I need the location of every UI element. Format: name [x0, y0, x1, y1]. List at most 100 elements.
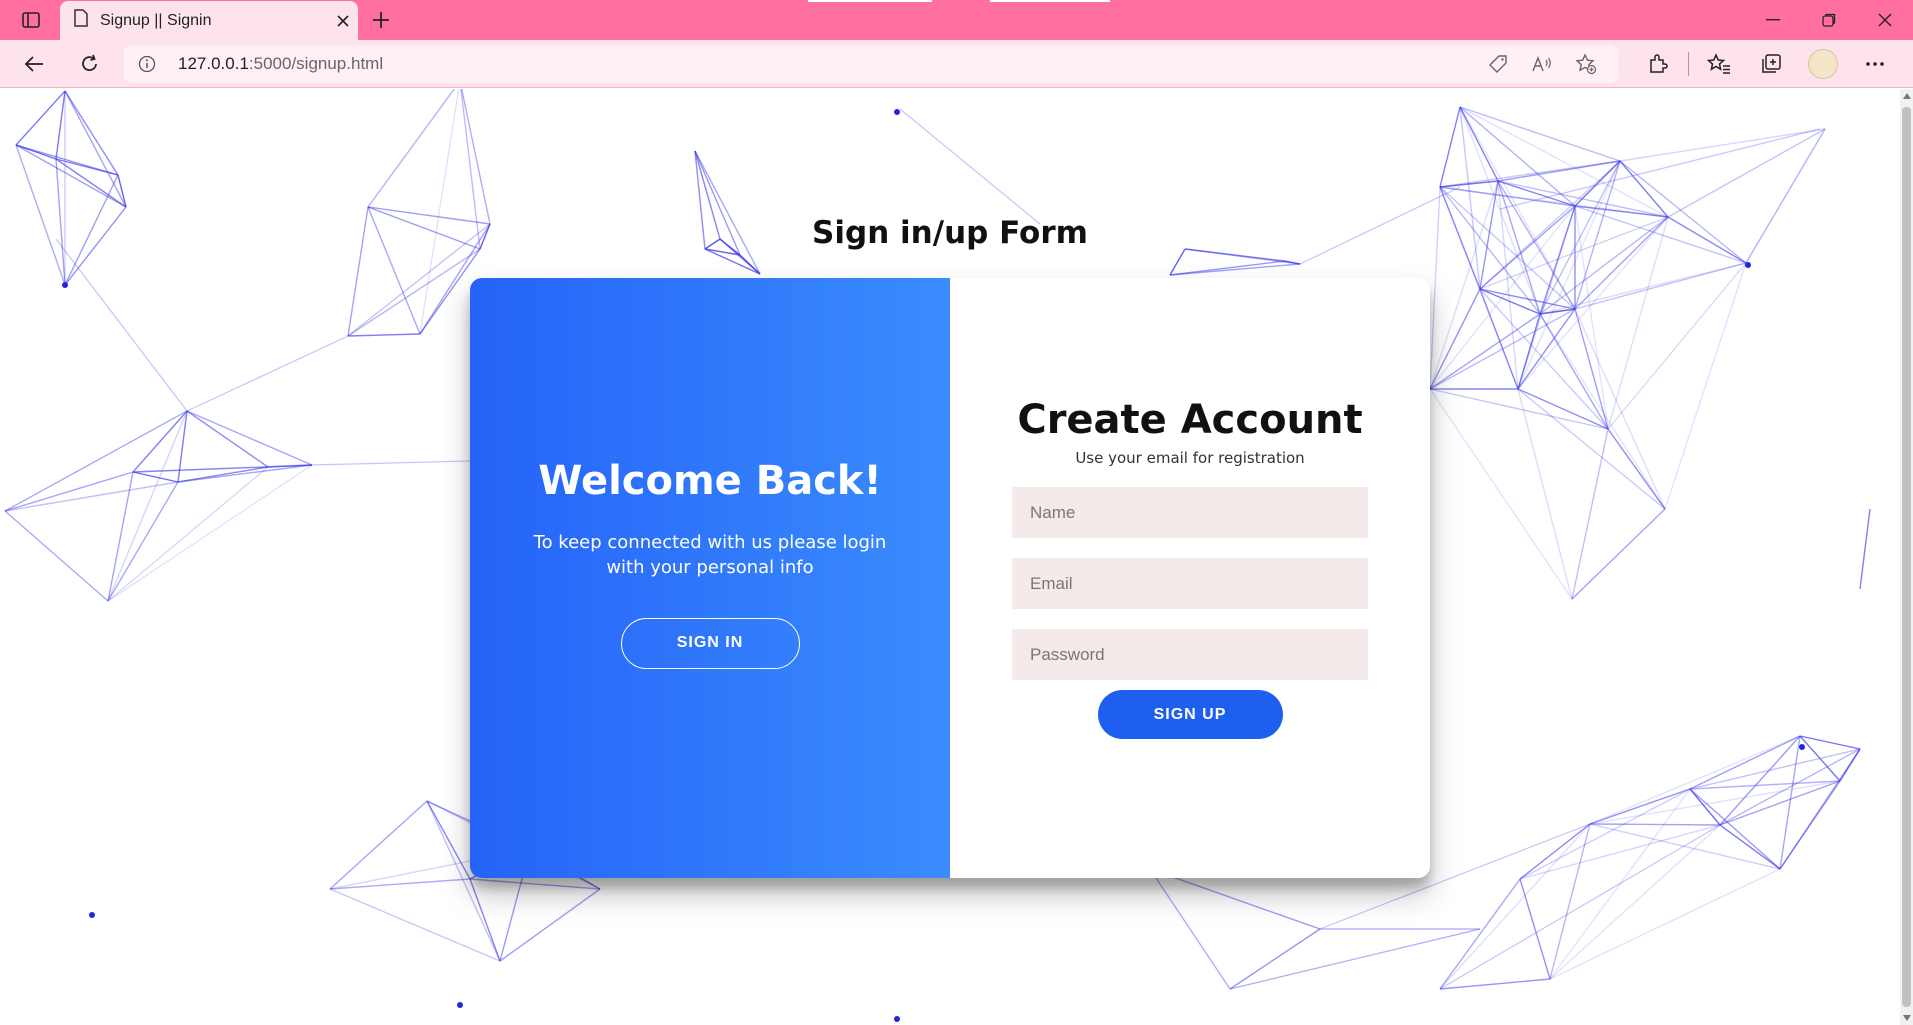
sign-in-button[interactable]: SIGN IN [620, 617, 800, 669]
network-node [89, 912, 95, 918]
network-line [55, 158, 127, 208]
network-node [894, 1016, 900, 1022]
more-icon[interactable] [1849, 46, 1901, 82]
welcome-panel: Welcome Back! To keep connected with us … [470, 278, 950, 878]
network-line [1439, 878, 1521, 990]
network-line [1589, 823, 1781, 870]
network-line [1229, 928, 1321, 990]
network-line [107, 481, 179, 602]
page-icon [74, 9, 88, 32]
tab-bar: Signup || Signin [0, 0, 1913, 40]
network-line [347, 248, 481, 337]
plus-icon[interactable] [366, 6, 396, 34]
network-line [1429, 388, 1573, 600]
network-line [1499, 128, 1821, 210]
network-line [1607, 262, 1747, 430]
network-line [1779, 748, 1861, 870]
window-close-icon[interactable] [1857, 0, 1913, 40]
name-field[interactable] [1012, 487, 1368, 538]
network-line [1859, 508, 1871, 590]
network-line [1519, 878, 1551, 980]
info-icon[interactable] [124, 55, 170, 73]
network-line [329, 888, 501, 962]
network-line [469, 878, 601, 890]
tab-title: Signup || Signin [100, 11, 212, 29]
url-text: 127.0.0.1:5000/signup.html [178, 54, 383, 74]
address-bar[interactable]: 127.0.0.1:5000/signup.html [124, 45, 1618, 83]
network-line [186, 410, 269, 468]
welcome-text: To keep connected with us please login w… [533, 531, 887, 578]
email-field[interactable] [1012, 558, 1368, 609]
toolbar-separator [1688, 52, 1689, 76]
network-line [469, 878, 501, 962]
network-line [132, 410, 188, 473]
network-line [1549, 868, 1781, 980]
vertical-scrollbar[interactable] [1900, 89, 1913, 1025]
scroll-down-arrow-icon[interactable] [1903, 1015, 1911, 1021]
url-path: :5000/signup.html [248, 54, 384, 73]
network-line [1519, 788, 1691, 880]
network-line [1619, 128, 1826, 162]
network-line [367, 89, 456, 208]
scroll-up-arrow-icon[interactable] [1903, 93, 1911, 99]
network-line [1689, 735, 1801, 790]
network-line [1429, 288, 1481, 390]
nav-bar: 127.0.0.1:5000/signup.html [0, 40, 1913, 88]
network-line [704, 248, 761, 275]
network-line [1664, 262, 1747, 510]
back-icon[interactable] [16, 48, 52, 80]
favorites-icon[interactable] [1693, 46, 1745, 82]
tag-icon[interactable] [1480, 49, 1516, 79]
active-tab[interactable]: Signup || Signin [60, 1, 358, 40]
network-line [1517, 308, 1576, 390]
minimize-icon[interactable] [1745, 0, 1801, 40]
extensions-icon[interactable] [1632, 46, 1684, 82]
network-line [311, 460, 471, 466]
network-line [739, 254, 761, 275]
network-line [1719, 780, 1841, 826]
network-line [132, 471, 179, 483]
network-line [1439, 978, 1551, 990]
close-icon[interactable] [328, 6, 358, 36]
network-node [1799, 744, 1805, 750]
network-line [267, 464, 313, 468]
favorite-add-icon[interactable] [1568, 49, 1604, 79]
avatar [1808, 49, 1838, 79]
profile-avatar[interactable] [1797, 46, 1849, 82]
network-line [419, 89, 460, 335]
refresh-icon[interactable] [72, 48, 108, 80]
network-line [1169, 263, 1301, 276]
network-line [1589, 735, 1801, 825]
read-aloud-icon[interactable] [1524, 49, 1560, 79]
password-field[interactable] [1012, 629, 1368, 680]
page-viewport: Sign in/up Form Welcome Back! To keep co… [0, 89, 1900, 1025]
network-line [499, 888, 601, 962]
network-node [62, 282, 68, 288]
network-line [1571, 508, 1666, 600]
network-line [1479, 288, 1519, 390]
sidebar-icon[interactable] [14, 8, 48, 32]
network-line [107, 466, 269, 602]
sign-up-button[interactable]: SIGN UP [1097, 690, 1283, 739]
auth-card: Welcome Back! To keep connected with us … [470, 278, 1430, 878]
network-line [55, 90, 66, 160]
network-line [694, 150, 761, 275]
network-line [186, 410, 313, 466]
network-line [1589, 788, 1691, 825]
collections-icon[interactable] [1745, 46, 1797, 82]
network-line [899, 108, 1041, 225]
network-node [894, 109, 900, 115]
network-line [1667, 128, 1826, 218]
signup-form: Create Account Use your email for regist… [950, 278, 1430, 878]
network-line [1517, 388, 1666, 510]
restore-icon[interactable] [1801, 0, 1857, 40]
scrollbar-thumb[interactable] [1902, 107, 1911, 1007]
network-line [329, 800, 428, 890]
network-line [329, 878, 471, 890]
network-line [1517, 388, 1609, 430]
network-line [1519, 823, 1591, 880]
network-line [107, 410, 188, 602]
network-line [1574, 308, 1666, 510]
network-line [347, 333, 421, 337]
network-line [1149, 868, 1231, 990]
